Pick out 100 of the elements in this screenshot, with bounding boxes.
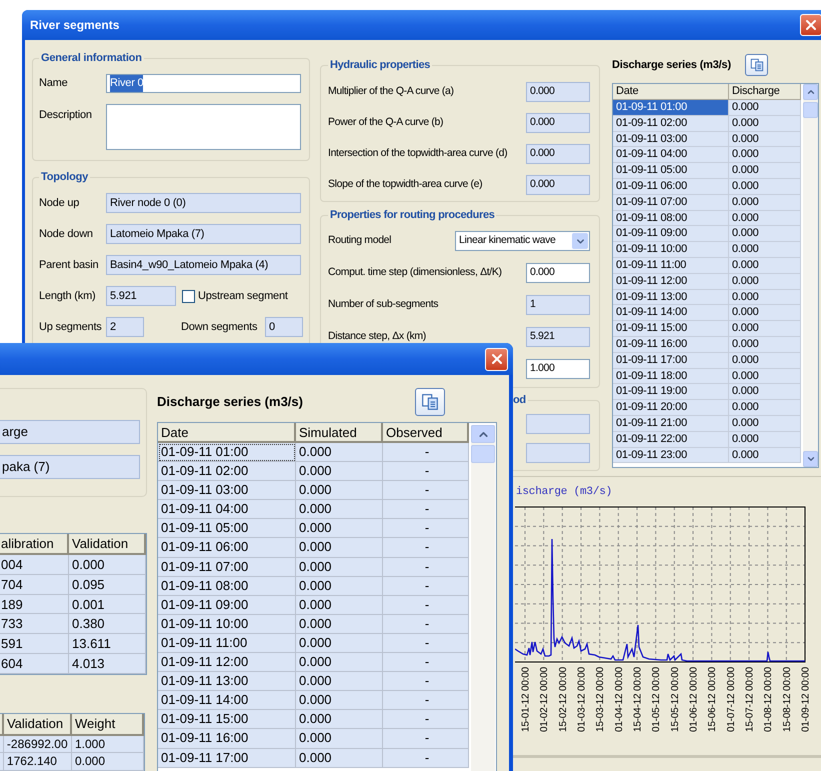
table-cell[interactable]: 01-09-11 04:00 — [613, 147, 729, 164]
scrollbar[interactable] — [803, 84, 818, 467]
table-cell[interactable]: 01-09-11 05:00 — [613, 163, 729, 179]
text-field[interactable] — [526, 443, 590, 463]
text-field[interactable]: 0.000 — [526, 175, 590, 195]
scroll-thumb[interactable] — [471, 445, 495, 463]
table-cell: 0.000 — [296, 576, 383, 596]
table-cell[interactable]: 01-09-11 09:00 — [613, 226, 729, 242]
table-cell[interactable]: 01-09-11 16:00 — [158, 729, 296, 748]
text-area[interactable] — [106, 104, 301, 150]
text-field[interactable]: 5.921 — [106, 286, 176, 306]
table-cell: 0.000 — [72, 753, 144, 771]
table-cell[interactable]: 01-09-11 14:00 — [613, 305, 729, 322]
table-cell[interactable]: 01-09-11 04:00 — [158, 500, 296, 520]
table-cell[interactable]: 01-09-11 17:00 — [158, 748, 296, 768]
table-cell[interactable]: 01-09-11 07:00 — [613, 194, 729, 211]
text-field[interactable]: 1.000 — [526, 359, 590, 379]
field-label: Node down — [39, 226, 94, 242]
text-field[interactable]: 2 — [106, 317, 144, 337]
table-cell: - — [383, 653, 469, 672]
table-cell[interactable]: 01-09-11 14:00 — [158, 691, 296, 710]
copy-button[interactable] — [415, 388, 445, 416]
table-cell[interactable]: 01-09-11 15:00 — [158, 710, 296, 730]
close-button[interactable] — [485, 348, 508, 370]
table-cell[interactable]: 01-09-11 02:00 — [613, 116, 729, 132]
close-button[interactable] — [800, 14, 821, 36]
table-cell[interactable]: 01-09-11 18:00 — [613, 368, 729, 384]
table-cell[interactable]: 01-09-11 03:00 — [158, 481, 296, 500]
table-cell[interactable]: 01-09-11 23:00 — [613, 448, 729, 464]
table-cell[interactable]: 01-09-11 01:00 — [613, 100, 729, 116]
table-cell: - — [383, 443, 469, 462]
text-field[interactable] — [526, 414, 590, 434]
table-cell: 0.000 — [729, 242, 801, 258]
table-cell[interactable]: 01-09-11 10:00 — [613, 242, 729, 258]
table-cell: 0.095 — [69, 574, 146, 595]
column-header[interactable]: Validation — [69, 534, 146, 555]
text-field[interactable]: 0.000 — [526, 144, 590, 164]
text-field[interactable]: 0 — [265, 317, 303, 337]
table-cell[interactable]: 01-09-11 11:00 — [613, 258, 729, 274]
text-field[interactable]: 0.000 — [526, 113, 590, 133]
scroll-thumb[interactable] — [803, 102, 818, 118]
table-cell[interactable]: 01-09-11 12:00 — [158, 653, 296, 672]
scroll-up-button[interactable] — [803, 84, 818, 100]
copy-button[interactable] — [745, 54, 768, 76]
column-header[interactable]: Discharge — [729, 84, 801, 100]
text-field[interactable]: 5.921 — [526, 327, 590, 347]
scroll-up-button[interactable] — [471, 425, 495, 443]
scroll-down-button[interactable] — [803, 451, 818, 467]
table-cell: 0.001 — [69, 594, 146, 614]
table-cell: 0.000 — [729, 448, 801, 464]
column-header[interactable]: Observed — [383, 423, 469, 443]
table-cell[interactable]: 01-09-11 08:00 — [613, 210, 729, 226]
table-cell: 0.000 — [729, 194, 801, 211]
text-field[interactable]: 0.000 — [526, 263, 590, 283]
text-field[interactable]: Latomeio Mpaka (7) — [106, 224, 301, 244]
table-cell[interactable]: 01-09-11 13:00 — [613, 290, 729, 306]
table-cell: 4.013 — [69, 654, 146, 674]
table-cell[interactable]: 01-09-11 11:00 — [158, 634, 296, 654]
table-cell[interactable]: 01-09-11 10:00 — [158, 614, 296, 634]
column-header[interactable]: alibration — [0, 534, 69, 555]
table-cell[interactable]: 01-09-11 02:00 — [158, 462, 296, 482]
column-header[interactable]: Date — [613, 84, 729, 100]
table-cell: 0.000 — [296, 729, 383, 748]
table-cell[interactable]: 01-09-11 01:00 — [158, 443, 296, 462]
table-cell[interactable]: 01-09-11 20:00 — [613, 400, 729, 416]
table-cell: - — [383, 614, 469, 634]
column-header[interactable]: Validation — [4, 714, 72, 736]
dropdown[interactable]: Linear kinematic wave — [455, 231, 590, 251]
table-cell: 0.000 — [296, 558, 383, 577]
table-cell[interactable]: 01-09-11 15:00 — [613, 321, 729, 337]
column-header[interactable]: Weight — [72, 714, 144, 736]
text-field[interactable]: River node 0 (0) — [106, 193, 301, 213]
field-label: Down segments — [181, 320, 258, 335]
table-cell[interactable]: 01-09-11 05:00 — [158, 519, 296, 538]
table-cell[interactable]: 01-09-11 19:00 — [613, 384, 729, 400]
table-cell[interactable]: 01-09-11 06:00 — [158, 538, 296, 558]
table-cell[interactable]: 01-09-11 08:00 — [158, 576, 296, 596]
checkbox[interactable] — [182, 290, 195, 302]
text-field[interactable]: paka (7) — [0, 455, 140, 479]
table-cell[interactable]: 01-09-11 22:00 — [613, 432, 729, 448]
table-cell[interactable]: 01-09-11 06:00 — [613, 178, 729, 195]
table-cell[interactable]: 01-09-11 16:00 — [613, 336, 729, 353]
table-cell[interactable]: 01-09-11 07:00 — [158, 558, 296, 577]
table-cell[interactable]: 01-09-11 17:00 — [613, 352, 729, 369]
table-cell[interactable]: 01-09-11 03:00 — [613, 132, 729, 148]
text-field[interactable]: 0.000 — [526, 82, 590, 102]
text-field[interactable]: Basin4_w90_Latomeio Mpaka (4) — [106, 255, 301, 275]
scrollbar[interactable] — [471, 425, 495, 771]
text-field[interactable]: River 0 — [106, 74, 301, 93]
table-cell[interactable]: 01-09-11 13:00 — [158, 672, 296, 692]
table-cell[interactable]: 01-09-11 21:00 — [613, 416, 729, 432]
text-field[interactable]: 1 — [526, 295, 590, 315]
table-cell: - — [383, 481, 469, 500]
table-cell: 0.000 — [729, 432, 801, 448]
column-header[interactable]: Simulated — [296, 423, 383, 443]
table-cell: -286992.00 — [4, 736, 72, 754]
table-cell[interactable]: 01-09-11 12:00 — [613, 274, 729, 290]
table-cell[interactable]: 01-09-11 09:00 — [158, 596, 296, 615]
column-header[interactable]: Date — [158, 423, 296, 443]
text-field[interactable]: arge — [0, 420, 140, 444]
